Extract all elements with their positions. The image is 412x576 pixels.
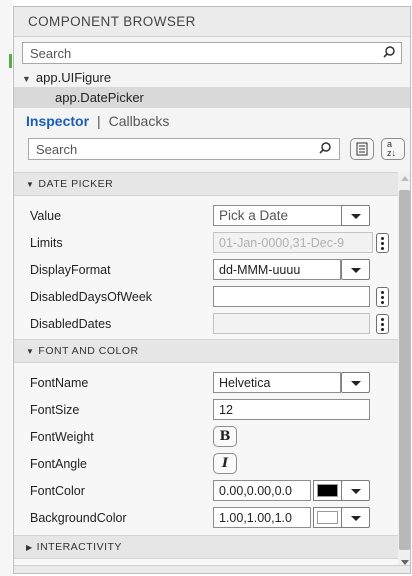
field-value: 01-Jan-0000,31-Dec-9 xyxy=(219,236,345,250)
collapse-triangle-icon: ▼ xyxy=(26,347,35,356)
section-title: DATE PICKER xyxy=(38,178,114,190)
property-row-fontname: FontName Helvetica xyxy=(14,369,398,396)
property-row-value: Value Pick a Date xyxy=(14,202,398,229)
property-label: DisplayFormat xyxy=(30,263,111,277)
sort-alpha-icon[interactable]: a z↓ xyxy=(381,138,405,160)
search-placeholder: Search xyxy=(36,142,78,157)
dropdown-arrow-icon[interactable] xyxy=(341,372,370,393)
dropdown-arrow-icon[interactable] xyxy=(341,480,370,501)
property-row-backgroundcolor: BackgroundColor 1.00,1.00,1.0 xyxy=(14,504,398,531)
field-value: Helvetica xyxy=(219,376,271,390)
property-label: DisabledDates xyxy=(30,317,112,331)
component-search-row: Search xyxy=(14,37,410,67)
property-label: Limits xyxy=(30,236,63,250)
bold-glyph: B xyxy=(219,429,231,444)
property-label: FontAngle xyxy=(30,457,87,471)
left-edge-strip xyxy=(0,0,12,576)
list-view-icon[interactable] xyxy=(350,138,374,160)
property-row-fontweight: FontWeight B xyxy=(14,423,398,450)
field-value: 1.00,1.00,1.0 xyxy=(219,511,292,525)
collapse-triangle-icon[interactable]: ▼ xyxy=(22,74,31,84)
property-row-disableddaysofweek: DisabledDaysOfWeek xyxy=(14,283,398,310)
component-browser-title: COMPONENT BROWSER xyxy=(14,7,410,37)
section-interactivity[interactable]: ▶ INTERACTIVITY xyxy=(14,535,398,559)
color-chip xyxy=(317,484,338,497)
dropdown-arrow-icon[interactable] xyxy=(341,259,370,280)
displayformat-field[interactable]: dd-MMM-uuuu xyxy=(213,259,341,280)
property-label: FontSize xyxy=(30,403,80,417)
section-title: INTERACTIVITY xyxy=(36,541,122,553)
tree-node-datepicker[interactable]: app.DatePicker xyxy=(14,87,410,108)
more-options-icon[interactable] xyxy=(376,287,389,307)
tab-callbacks[interactable]: Callbacks xyxy=(109,113,170,129)
backgroundcolor-swatch[interactable] xyxy=(313,507,342,528)
search-placeholder: Search xyxy=(30,46,72,61)
disableddays-field[interactable] xyxy=(213,286,370,307)
property-row-limits: Limits 01-Jan-0000,31-Dec-9 xyxy=(14,229,398,256)
tree-node-label: app.UIFigure xyxy=(35,70,112,85)
tree-node-label: app.DatePicker xyxy=(55,90,144,105)
dropdown-arrow-icon[interactable] xyxy=(341,507,370,528)
scroll-up-icon[interactable] xyxy=(401,176,409,181)
component-tree: ▼ app.UIFigure app.DatePicker xyxy=(14,67,410,108)
property-label: FontWeight xyxy=(30,430,94,444)
tab-separator: | xyxy=(97,113,101,129)
property-row-displayformat: DisplayFormat dd-MMM-uuuu xyxy=(14,256,398,283)
field-value: Pick a Date xyxy=(219,208,289,223)
backgroundcolor-field[interactable]: 1.00,1.00,1.0 xyxy=(213,507,311,528)
search-icon[interactable] xyxy=(381,44,397,62)
collapse-triangle-icon: ▼ xyxy=(26,180,35,189)
italic-icon[interactable]: I xyxy=(213,453,237,474)
status-marker xyxy=(9,54,12,68)
inspector-search-row: Search a z↓ xyxy=(14,134,410,166)
field-value: 0.00,0.00,0.0 xyxy=(219,484,292,498)
fontcolor-field[interactable]: 0.00,0.00,0.0 xyxy=(213,480,311,501)
property-label: DisabledDaysOfWeek xyxy=(30,290,153,304)
property-row-fontangle: FontAngle I xyxy=(14,450,398,477)
property-label: FontName xyxy=(30,376,89,390)
tab-inspector[interactable]: Inspector xyxy=(26,113,89,129)
italic-glyph: I xyxy=(221,456,229,471)
property-label: BackgroundColor xyxy=(30,511,127,525)
bold-icon[interactable]: B xyxy=(213,426,237,447)
search-icon[interactable] xyxy=(317,140,333,158)
limits-field: 01-Jan-0000,31-Dec-9 xyxy=(213,232,373,253)
property-scrollbar[interactable] xyxy=(398,172,410,572)
component-search-input[interactable]: Search xyxy=(22,42,402,64)
section-font-and-color[interactable]: ▼ FONT AND COLOR xyxy=(14,339,398,363)
more-options-icon[interactable] xyxy=(376,233,389,253)
property-row-disableddates: DisabledDates xyxy=(14,310,398,337)
fontname-field[interactable]: Helvetica xyxy=(213,372,341,393)
scrollbar-thumb[interactable] xyxy=(399,190,410,550)
property-label: Value xyxy=(30,209,62,223)
color-chip xyxy=(317,511,338,524)
property-list: ▼ DATE PICKER Value Pick a Date Limits 01… xyxy=(14,172,398,572)
field-value: dd-MMM-uuuu xyxy=(219,263,301,277)
disableddates-field xyxy=(213,313,370,334)
section-title: FONT AND COLOR xyxy=(38,345,139,357)
property-row-fontcolor: FontColor 0.00,0.00,0.0 xyxy=(14,477,398,504)
tree-node-uifigure[interactable]: ▼ app.UIFigure xyxy=(14,67,410,87)
fontsize-field[interactable]: 12 xyxy=(213,399,370,420)
property-label: FontColor xyxy=(30,484,85,498)
property-row-fontsize: FontSize 12 xyxy=(14,396,398,423)
field-value: 12 xyxy=(219,403,233,417)
fontcolor-swatch[interactable] xyxy=(313,480,342,501)
inspector-tabs: Inspector | Callbacks xyxy=(14,108,410,134)
component-browser-panel: COMPONENT BROWSER Search ▼ app.UIFigure a… xyxy=(13,6,411,574)
more-options-icon[interactable] xyxy=(376,314,389,334)
panel-bottom-bar xyxy=(14,565,410,573)
value-date-field[interactable]: Pick a Date xyxy=(213,205,349,226)
section-date-picker[interactable]: ▼ DATE PICKER xyxy=(14,172,398,196)
dropdown-arrow-icon[interactable] xyxy=(341,205,370,226)
expand-triangle-icon: ▶ xyxy=(26,543,33,552)
inspector-search-input[interactable]: Search xyxy=(28,138,340,160)
